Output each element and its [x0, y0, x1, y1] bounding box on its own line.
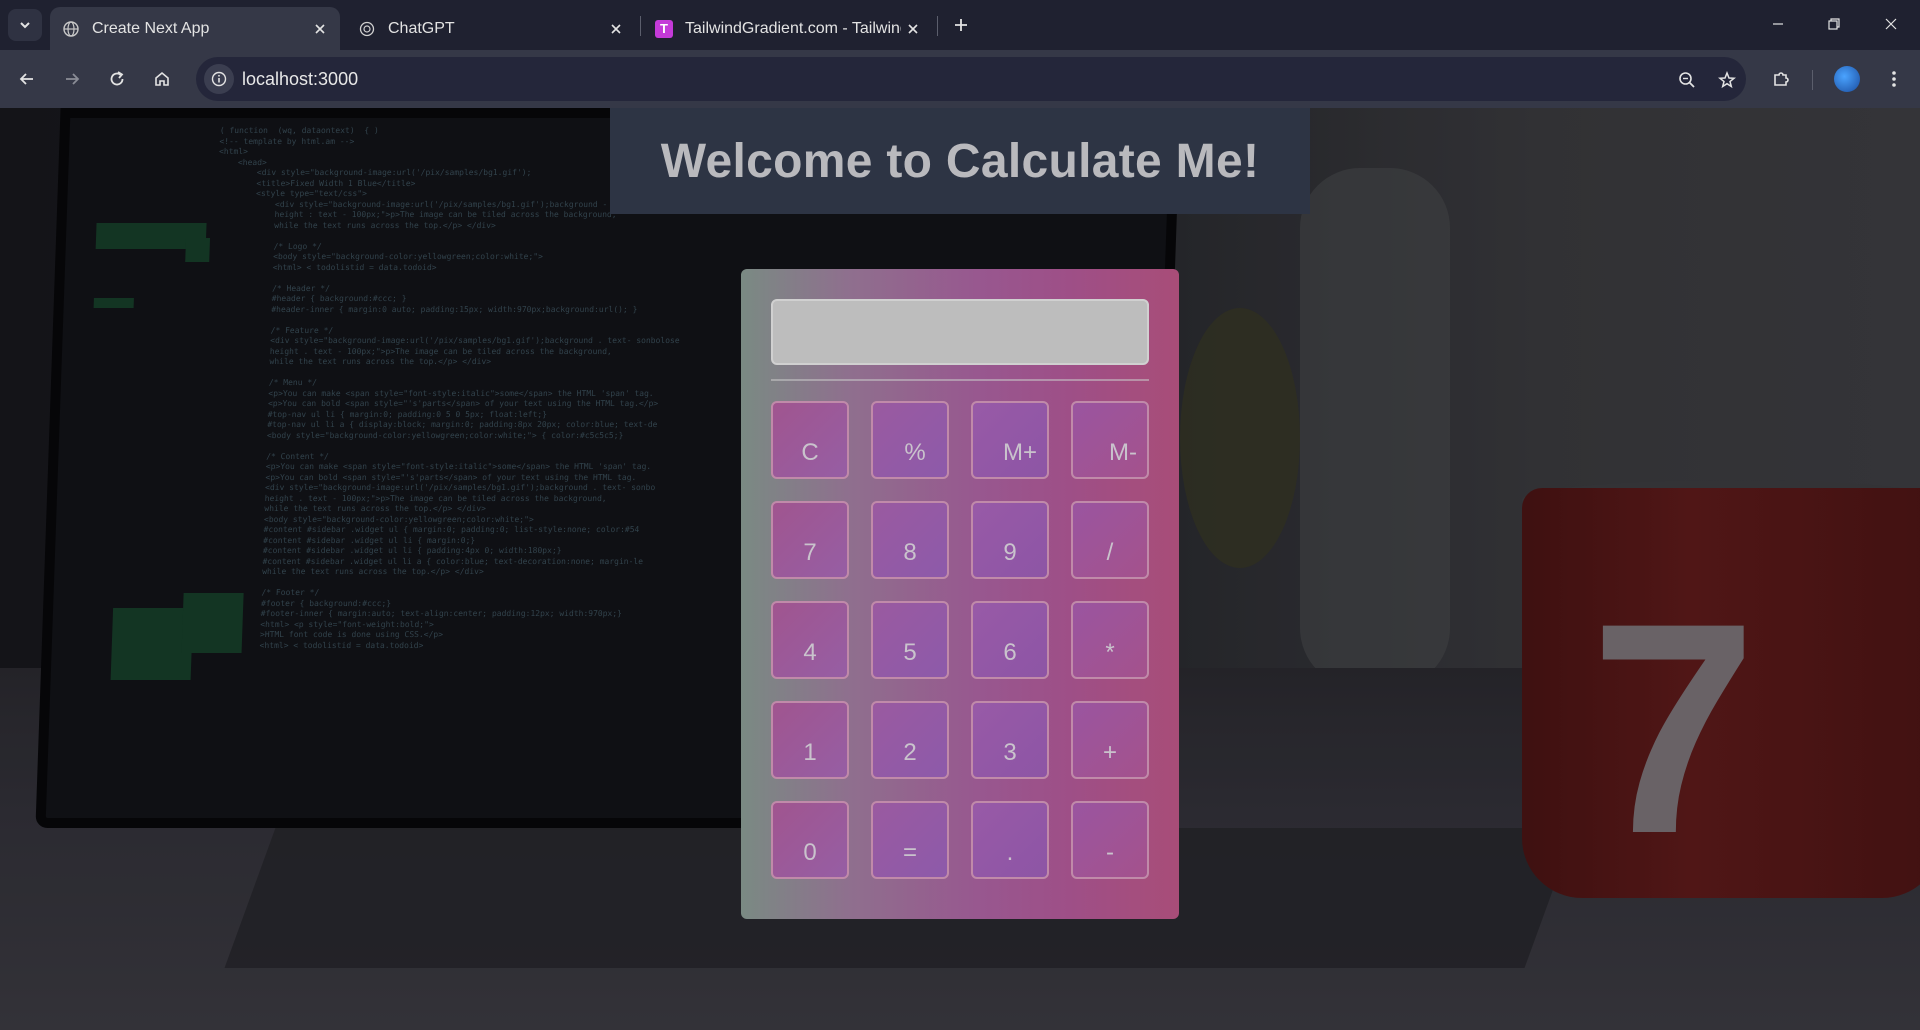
digit-0-button[interactable]: 0	[771, 801, 849, 879]
calculator-button-label: 3	[1003, 739, 1017, 766]
kebab-menu-icon	[1892, 71, 1896, 87]
add-button[interactable]: +	[1071, 701, 1149, 779]
digit-5-button[interactable]: 5	[871, 601, 949, 679]
arrow-left-icon	[19, 73, 33, 85]
new-tab-button[interactable]	[944, 13, 978, 37]
restore-icon	[1828, 18, 1840, 30]
tab-create-next-app[interactable]: Create Next App	[50, 7, 340, 50]
digit-9-button[interactable]: 9	[971, 501, 1049, 579]
minimize-icon	[1773, 23, 1783, 25]
close-tab-icon[interactable]	[308, 17, 332, 41]
subtract-button[interactable]: -	[1071, 801, 1149, 879]
url-text: localhost:3000	[242, 69, 359, 89]
calculator-button-label: 7	[803, 539, 817, 566]
page-title: Welcome to Calculate Me!	[660, 134, 1260, 188]
profile-button[interactable]	[1829, 61, 1865, 97]
calculator-button-label: 9	[1003, 539, 1017, 566]
digit-6-button[interactable]: 6	[971, 601, 1049, 679]
calculator-button-label: M-	[1109, 439, 1137, 466]
reload-button[interactable]	[99, 61, 135, 97]
calculator-button-label: *	[1105, 639, 1115, 666]
calculator-display[interactable]	[771, 299, 1149, 365]
tab-strip: Create Next App ChatGPT T TailwindGradie…	[0, 0, 1920, 50]
home-icon	[155, 71, 169, 86]
calculator: C% M+ M- 7 8 9 / 4 5 6 * 1 2 3 +0 =. -	[741, 269, 1179, 919]
tailwindgradient-icon: T	[655, 19, 673, 38]
reload-icon	[110, 71, 124, 86]
tab-title: TailwindGradient.com - Tailwind	[685, 19, 901, 37]
calculator-button-label: =	[902, 839, 917, 866]
site-info-icon[interactable]	[204, 64, 234, 94]
calculator-divider	[771, 379, 1149, 381]
calculator-button-label: 8	[903, 539, 917, 566]
decimal-button[interactable]: .	[971, 801, 1049, 879]
calculator-button-label: 1	[803, 739, 817, 766]
page-viewport: ( function (wq, dataontext) { ) <!-- tem…	[0, 108, 1920, 1030]
memory-subtract-button[interactable]: M-	[1071, 401, 1149, 479]
calculator-button-label: %	[904, 439, 926, 466]
calculator-button-label: 4	[803, 639, 817, 666]
clear-button[interactable]: C	[771, 401, 849, 479]
digit-7-button[interactable]: 7	[771, 501, 849, 579]
browser-toolbar: localhost:3000	[0, 50, 1920, 108]
puzzle-icon	[1774, 72, 1789, 86]
back-button[interactable]	[9, 61, 45, 97]
percent-button[interactable]: %	[871, 401, 949, 479]
calculator-button-label: +	[1102, 739, 1117, 766]
calculator-button-label: .	[1006, 839, 1014, 866]
multiply-button[interactable]: *	[1071, 601, 1149, 679]
tab-chatgpt[interactable]: ChatGPT	[346, 7, 636, 50]
welcome-banner: Welcome to Calculate Me!	[610, 108, 1310, 214]
digit-2-button[interactable]: 2	[871, 701, 949, 779]
calculator-button-label: 2	[903, 739, 917, 766]
tab-separator	[640, 16, 641, 36]
memory-add-button[interactable]: M+	[971, 401, 1049, 479]
calculator-button-label: 0	[803, 839, 817, 866]
bookmark-star-icon[interactable]	[1712, 65, 1742, 95]
digit-1-button[interactable]: 1	[771, 701, 849, 779]
digit-3-button[interactable]: 3	[971, 701, 1049, 779]
calculator-button-label: C	[801, 439, 819, 466]
menu-button[interactable]	[1876, 61, 1912, 97]
restore-button[interactable]	[1805, 0, 1863, 48]
close-tab-icon[interactable]	[604, 17, 628, 41]
divide-button[interactable]: /	[1071, 501, 1149, 579]
equals-button[interactable]: =	[871, 801, 949, 879]
tab-separator	[937, 16, 938, 36]
calculator-button-label: 5	[903, 639, 917, 666]
minimize-button[interactable]	[1749, 0, 1807, 48]
close-tab-icon[interactable]	[901, 17, 925, 41]
chevron-down-icon	[20, 22, 30, 29]
toolbar-divider	[1812, 70, 1813, 90]
tab-title: Create Next App	[92, 19, 210, 37]
plus-icon	[955, 19, 967, 31]
forward-button[interactable]	[54, 61, 90, 97]
tab-title: ChatGPT	[388, 19, 455, 37]
tab-tailwindgradient[interactable]: T TailwindGradient.com - Tailwind	[643, 7, 933, 50]
arrow-right-icon	[66, 73, 80, 85]
close-window-button[interactable]	[1862, 0, 1920, 48]
digit-8-button[interactable]: 8	[871, 501, 949, 579]
address-bar[interactable]: localhost:3000	[196, 57, 1746, 101]
avatar	[1834, 66, 1860, 92]
calculator-button-label: -	[1106, 839, 1114, 866]
calculator-button-label: 6	[1003, 639, 1017, 666]
calculator-button-label: /	[1106, 539, 1114, 566]
tab-search-button[interactable]	[8, 9, 42, 41]
calculator-button-label: M+	[1002, 439, 1037, 466]
zoom-icon[interactable]	[1672, 65, 1702, 95]
close-icon	[1885, 18, 1897, 30]
globe-icon	[62, 20, 80, 38]
chatgpt-icon	[358, 20, 376, 38]
digit-4-button[interactable]: 4	[771, 601, 849, 679]
extensions-button[interactable]	[1763, 61, 1799, 97]
home-button[interactable]	[144, 61, 180, 97]
